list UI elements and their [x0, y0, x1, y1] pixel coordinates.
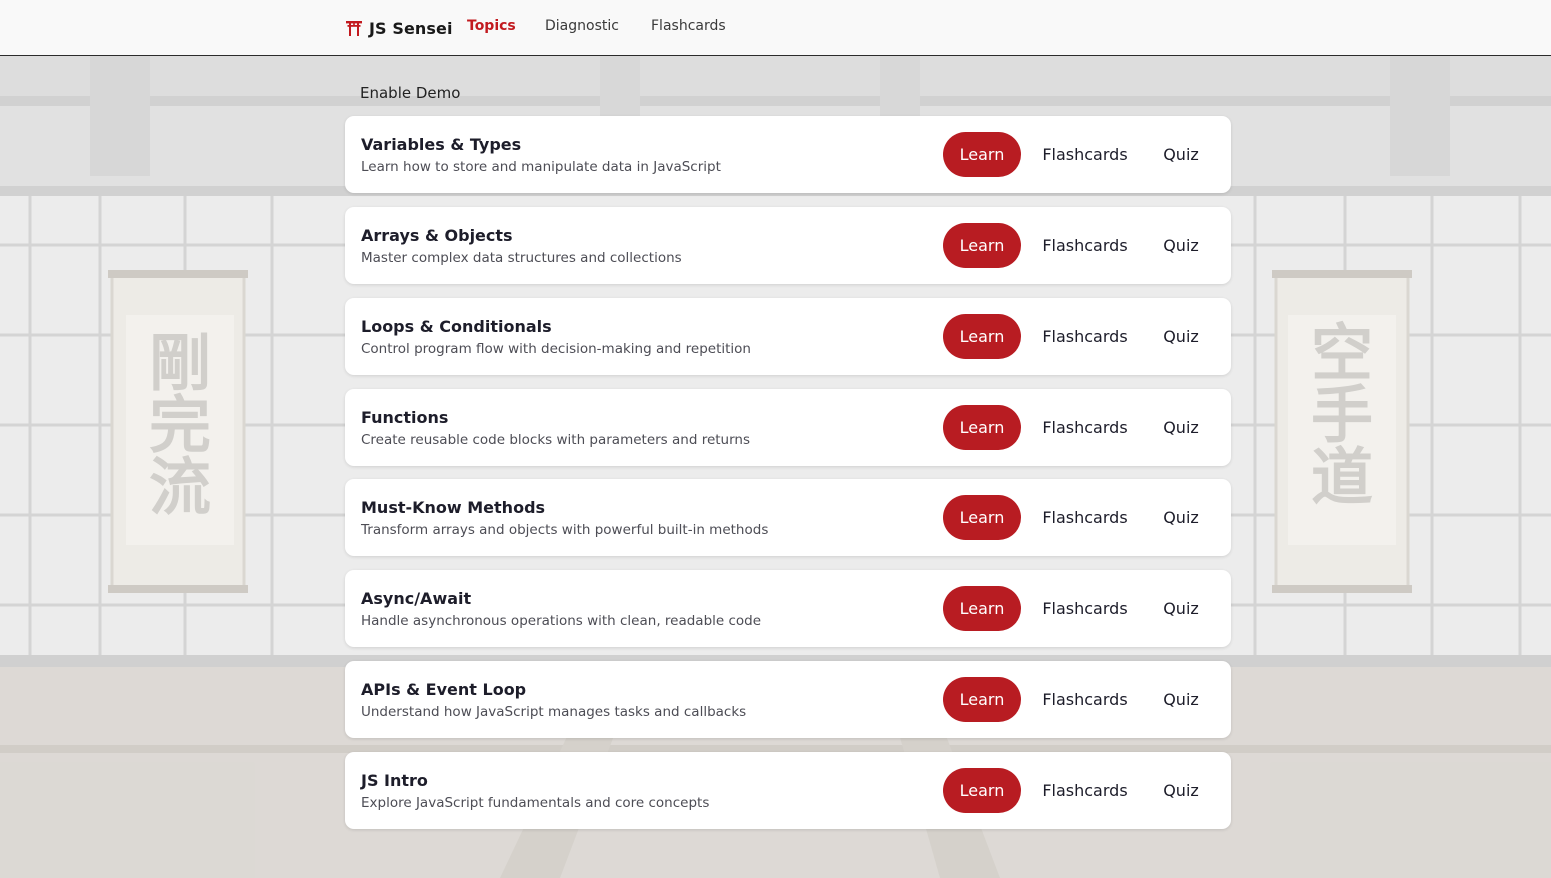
topic-title: APIs & Event Loop — [361, 680, 527, 699]
topic-description: Control program flow with decision-makin… — [361, 341, 751, 357]
learn-button[interactable]: Learn — [943, 223, 1021, 268]
topic-description: Create reusable code blocks with paramet… — [361, 432, 751, 448]
topic-description: Handle asynchronous operations with clea… — [361, 613, 762, 629]
learn-button[interactable]: Learn — [943, 677, 1021, 722]
quiz-button[interactable]: Quiz — [1151, 132, 1211, 177]
topic-card-apis-event-loop: APIs & Event Loop Understand how JavaScr… — [345, 661, 1231, 738]
brand[interactable]: JS Sensei — [345, 15, 453, 41]
nav-diagnostic-link[interactable]: Diagnostic — [545, 18, 619, 34]
flashcards-button[interactable]: Flashcards — [1035, 132, 1135, 177]
topic-description: Understand how JavaScript manages tasks … — [361, 704, 747, 720]
topic-title: Functions — [361, 408, 449, 427]
topic-description: Transform arrays and objects with powerf… — [361, 522, 769, 538]
flashcards-button[interactable]: Flashcards — [1035, 586, 1135, 631]
flashcards-button[interactable]: Flashcards — [1035, 768, 1135, 813]
topic-card-loops-conditionals: Loops & Conditionals Control program flo… — [345, 298, 1231, 375]
flashcards-button[interactable]: Flashcards — [1035, 495, 1135, 540]
quiz-button[interactable]: Quiz — [1151, 768, 1211, 813]
flashcards-button[interactable]: Flashcards — [1035, 405, 1135, 450]
flashcards-button[interactable]: Flashcards — [1035, 223, 1135, 268]
topic-card-arrays-objects: Arrays & Objects Master complex data str… — [345, 207, 1231, 284]
brand-name: JS Sensei — [369, 18, 453, 38]
topic-title: Must-Know Methods — [361, 498, 546, 517]
learn-button[interactable]: Learn — [943, 132, 1021, 177]
top-nav-bar: JS Sensei Topics Diagnostic Flashcards — [0, 0, 1551, 56]
topic-description: Learn how to store and manipulate data i… — [361, 159, 721, 175]
enable-demo-toggle[interactable]: Enable Demo — [360, 84, 460, 102]
flashcards-button[interactable]: Flashcards — [1035, 677, 1135, 722]
topic-card-must-know-methods: Must-Know Methods Transform arrays and o… — [345, 479, 1231, 556]
quiz-button[interactable]: Quiz — [1151, 223, 1211, 268]
nav-topics-link[interactable]: Topics — [467, 18, 516, 34]
topic-title: Loops & Conditionals — [361, 317, 552, 336]
topic-title: Arrays & Objects — [361, 226, 513, 245]
quiz-button[interactable]: Quiz — [1151, 314, 1211, 359]
quiz-button[interactable]: Quiz — [1151, 495, 1211, 540]
quiz-button[interactable]: Quiz — [1151, 405, 1211, 450]
flashcards-button[interactable]: Flashcards — [1035, 314, 1135, 359]
topic-card-functions: Functions Create reusable code blocks wi… — [345, 389, 1231, 466]
learn-button[interactable]: Learn — [943, 495, 1021, 540]
learn-button[interactable]: Learn — [943, 586, 1021, 631]
topic-card-js-intro: JS Intro Explore JavaScript fundamentals… — [345, 752, 1231, 829]
learn-button[interactable]: Learn — [943, 405, 1021, 450]
quiz-button[interactable]: Quiz — [1151, 677, 1211, 722]
topic-title: Variables & Types — [361, 135, 522, 154]
topic-card-async-await: Async/Await Handle asynchronous operatio… — [345, 570, 1231, 647]
topic-description: Explore JavaScript fundamentals and core… — [361, 795, 710, 811]
quiz-button[interactable]: Quiz — [1151, 586, 1211, 631]
topic-title: JS Intro — [361, 771, 428, 790]
topic-card-variables-types: Variables & Types Learn how to store and… — [345, 116, 1231, 193]
torii-gate-icon — [345, 19, 363, 37]
learn-button[interactable]: Learn — [943, 314, 1021, 359]
nav-flashcards-link[interactable]: Flashcards — [651, 18, 726, 34]
topic-title: Async/Await — [361, 589, 472, 608]
topic-description: Master complex data structures and colle… — [361, 250, 682, 266]
learn-button[interactable]: Learn — [943, 768, 1021, 813]
